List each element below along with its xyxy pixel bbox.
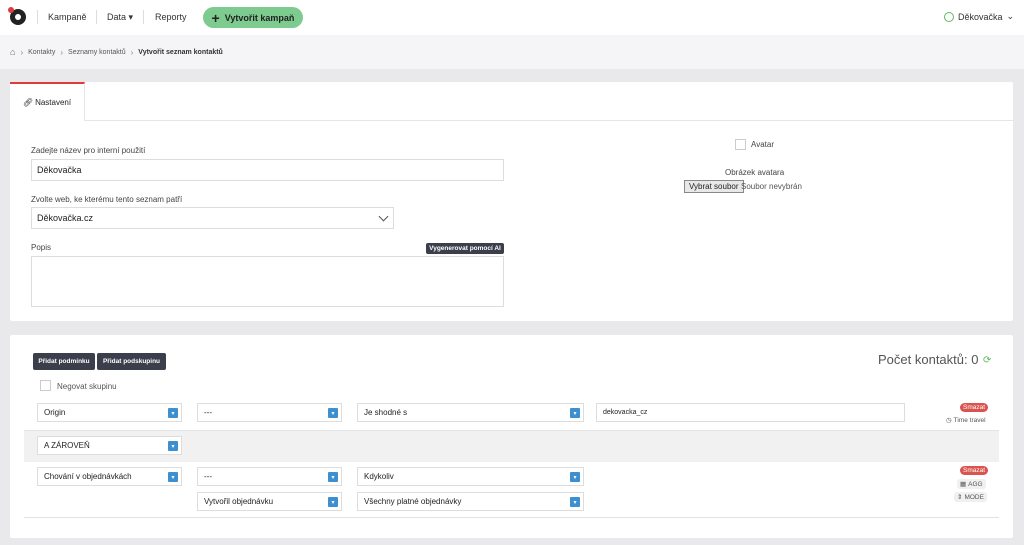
time-travel-label: Time travel <box>953 416 986 424</box>
chevron-down-icon: ▾ <box>570 408 580 418</box>
home-icon[interactable]: ⌂ <box>10 47 15 57</box>
chevron-down-icon: ▾ <box>328 497 338 507</box>
tab-settings-label: Nastavení <box>35 98 72 107</box>
joiner-value: A ZÁROVEŇ <box>44 441 90 450</box>
settings-card: 🔗︎ Nastavení Zadejte název pro interní p… <box>10 82 1013 321</box>
app-logo[interactable] <box>8 7 26 25</box>
agg-label: AGG <box>968 480 983 488</box>
condition-operator-select[interactable]: Kdykoliv ▾ <box>357 467 584 486</box>
calculator-icon: ▦ <box>960 481 967 488</box>
nav-campaigns[interactable]: Kampaně <box>48 12 87 22</box>
mode-label: MODE <box>964 493 984 501</box>
delete-condition-button[interactable]: Smazat <box>960 403 989 412</box>
condition-event-value: Vytvořil objednávku <box>204 497 274 506</box>
condition-sub-select[interactable]: --- ▾ <box>197 403 342 422</box>
condition-field-select[interactable]: Origin ▾ <box>37 403 182 422</box>
chevron-down-icon: ⌄ <box>1006 11 1015 21</box>
chevron-down-icon: ▾ <box>328 408 338 418</box>
breadcrumb: ⌂ › Kontakty › Seznamy kontaktů › Vytvoř… <box>0 35 1024 69</box>
tab-settings[interactable]: 🔗︎ Nastavení <box>10 82 85 121</box>
condition-sub-select[interactable]: --- ▾ <box>197 467 342 486</box>
condition-field-value: Chování v objednávkách <box>44 472 132 481</box>
create-campaign-label: Vytvořit kampaň <box>224 12 295 23</box>
negate-group-label: Negovat skupinu <box>57 382 117 391</box>
chevron-down-icon: ▾ <box>128 12 134 22</box>
chevron-down-icon <box>378 211 389 222</box>
condition-sub-value: --- <box>204 472 212 481</box>
condition-scope-select[interactable]: Všechny platné objednávky ▾ <box>357 492 584 511</box>
condition-field-select[interactable]: Chování v objednávkách ▾ <box>37 467 182 486</box>
condition-scope-value: Všechny platné objednávky <box>364 497 462 506</box>
divider <box>24 517 999 518</box>
nav-data[interactable]: Data ▾ <box>107 12 133 23</box>
file-status: Soubor nevybrán <box>741 182 802 191</box>
avatar-image-label: Obrázek avatara <box>725 168 785 177</box>
user-name: Děkovačka <box>958 11 1003 22</box>
clock-icon: ◷ <box>946 417 952 424</box>
generate-ai-button[interactable]: Vygenerovat pomocí AI <box>426 243 504 254</box>
avatar-checkbox[interactable] <box>735 139 746 150</box>
chevron-down-icon: ▾ <box>328 472 338 482</box>
chevron-down-icon: ▾ <box>168 472 178 482</box>
breadcrumb-contacts[interactable]: Kontakty <box>28 49 55 56</box>
condition-operator-select[interactable]: Je shodné s ▾ <box>357 403 584 422</box>
delete-condition-button[interactable]: Smazat <box>960 466 989 475</box>
web-label: Zvolte web, ke kterému tento seznam patř… <box>31 195 183 204</box>
name-input[interactable]: Děkovačka <box>31 159 504 181</box>
nav-divider <box>37 10 38 24</box>
chevron-down-icon: ▾ <box>570 497 580 507</box>
user-icon <box>944 11 954 22</box>
web-select-value: Děkovačka.cz <box>37 213 94 223</box>
chevron-down-icon: ▾ <box>570 472 580 482</box>
create-campaign-button[interactable]: + Vytvořit kampaň <box>203 7 303 28</box>
joiner-select[interactable]: A ZÁROVEŇ ▾ <box>37 436 182 455</box>
nav-divider <box>96 10 97 24</box>
description-label: Popis <box>31 243 52 252</box>
breadcrumb-current: Vytvořit seznam kontaktů <box>138 48 223 56</box>
condition-sub-value: --- <box>204 408 212 417</box>
agg-button[interactable]: ▦ AGG <box>957 479 986 489</box>
nav-reports[interactable]: Reporty <box>155 12 187 22</box>
chevron-right-icon: › <box>60 47 64 57</box>
time-travel-button[interactable]: ◷ Time travel <box>943 415 989 425</box>
conditions-card: Přidat podmínku Přidat podskupinu Počet … <box>10 335 1013 538</box>
nav-divider <box>143 10 144 24</box>
name-label: Zadejte název pro interní použití <box>31 146 146 155</box>
chevron-right-icon: › <box>130 47 134 57</box>
avatar-label: Avatar <box>751 140 774 149</box>
tab-bar: 🔗︎ Nastavení <box>10 82 1013 121</box>
condition-value-input[interactable]: dekovacka_cz <box>596 403 905 422</box>
negate-group-checkbox[interactable] <box>40 380 51 391</box>
chevron-down-icon: ▾ <box>168 408 178 418</box>
mode-button[interactable]: ⇕ MODE <box>954 492 987 502</box>
link-icon: 🔗︎ <box>22 98 34 107</box>
plus-icon: + <box>211 9 220 26</box>
chevron-down-icon: ▾ <box>168 441 178 451</box>
condition-operator-value: Je shodné s <box>364 408 408 417</box>
add-subgroup-button[interactable]: Přidat podskupinu <box>97 353 166 370</box>
user-menu[interactable]: Děkovačka ⌄ <box>944 11 1014 22</box>
choose-file-button[interactable]: Vybrat soubor <box>684 180 744 193</box>
description-textarea[interactable] <box>31 256 504 307</box>
web-select[interactable]: Děkovačka.cz <box>31 207 394 229</box>
sort-icon: ⇕ <box>957 494 963 501</box>
breadcrumb-contact-lists[interactable]: Seznamy kontaktů <box>68 49 126 56</box>
condition-event-select[interactable]: Vytvořil objednávku ▾ <box>197 492 342 511</box>
refresh-icon[interactable]: ⟳ <box>983 355 991 366</box>
top-navigation-bar: Kampaně Data ▾ Reporty + Vytvořit kampaň… <box>0 0 1024 35</box>
condition-operator-value: Kdykoliv <box>364 472 394 481</box>
contact-count: Počet kontaktů: 0 <box>878 352 979 367</box>
add-condition-button[interactable]: Přidat podmínku <box>33 353 95 370</box>
chevron-right-icon: › <box>20 47 24 57</box>
condition-field-value: Origin <box>44 408 66 417</box>
